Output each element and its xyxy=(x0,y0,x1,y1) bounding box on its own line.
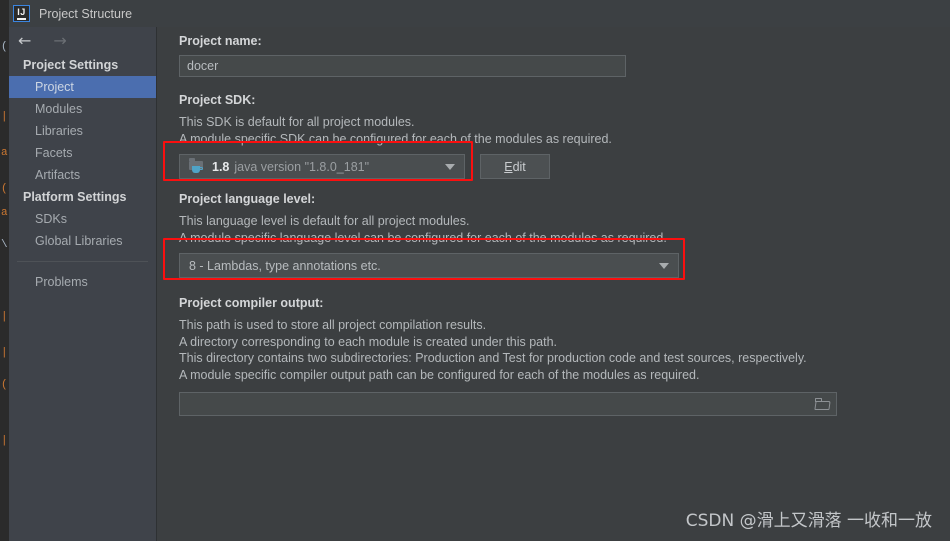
compiler-output-input[interactable] xyxy=(179,392,837,416)
edit-sdk-button[interactable]: Edit xyxy=(480,154,550,179)
project-sdk-label: Project SDK: xyxy=(179,93,256,107)
compiler-output-label: Project compiler output: xyxy=(179,296,324,310)
sliver-glyph: | xyxy=(1,111,8,123)
project-sdk-desc-line-2: A module specific SDK can be configured … xyxy=(179,131,612,146)
project-sdk-version: 1.8 xyxy=(212,159,230,174)
sidebar-item-sdks[interactable]: SDKs xyxy=(9,208,156,230)
project-name-label: Project name: xyxy=(179,34,262,48)
sidebar-group-project-settings: Project Settings xyxy=(23,58,119,72)
sliver-glyph: ( xyxy=(1,41,8,53)
sliver-glyph: | xyxy=(1,347,8,359)
sidebar-item-artifacts[interactable]: Artifacts xyxy=(9,164,156,186)
title-bar: IJ Project Structure xyxy=(9,0,950,27)
sidebar-group-platform-settings: Platform Settings xyxy=(23,190,127,204)
sidebar-item-facets[interactable]: Facets xyxy=(9,142,156,164)
sliver-glyph: | xyxy=(1,311,8,323)
jdk-folder-icon xyxy=(189,157,205,174)
sliver-glyph: a xyxy=(1,147,8,159)
project-sdk-row: 1.8 java version "1.8.0_181" Edit xyxy=(179,154,950,179)
project-structure-dialog-screenshot: ( | a ( a \ | | ( | IJ Project Structure… xyxy=(0,0,950,541)
project-name-input[interactable]: docer xyxy=(179,55,626,77)
sliver-glyph: \ xyxy=(1,239,8,251)
back-arrow-icon[interactable]: ← xyxy=(18,32,31,49)
sidebar-item-libraries[interactable]: Libraries xyxy=(9,120,156,142)
sliver-glyph: ( xyxy=(1,183,8,195)
compiler-output-desc-line-3: This directory contains two subdirectori… xyxy=(179,351,807,365)
chevron-down-icon[interactable] xyxy=(659,262,669,269)
sidebar-item-modules[interactable]: Modules xyxy=(9,98,156,120)
chevron-down-icon[interactable] xyxy=(445,163,455,170)
project-settings-pane: Project name: docer Project SDK: This SD… xyxy=(157,27,950,541)
sidebar-item-global-libraries[interactable]: Global Libraries xyxy=(9,230,156,252)
sidebar-item-project[interactable]: Project xyxy=(9,76,156,98)
project-name-value: docer xyxy=(187,59,219,73)
settings-sidebar: ← → Project Settings Project Modules Lib… xyxy=(9,27,157,541)
sliver-glyph: ( xyxy=(1,379,8,391)
forward-arrow-icon[interactable]: → xyxy=(53,32,66,49)
compiler-output-desc-line-1: This path is used to store all project c… xyxy=(179,318,487,332)
navigation-arrows: ← → xyxy=(9,27,156,54)
csdn-watermark: CSDN @滑上又滑落 一收和一放 xyxy=(685,511,932,531)
window-title: Project Structure xyxy=(39,6,133,21)
sliver-glyph: | xyxy=(1,435,8,447)
background-editor-sliver: ( | a ( a \ | | ( | xyxy=(0,0,9,541)
compiler-output-desc-line-4: A module specific compiler output path c… xyxy=(179,367,700,382)
sidebar-divider xyxy=(17,261,148,262)
sliver-glyph: a xyxy=(1,207,8,219)
project-sdk-dropdown[interactable]: 1.8 java version "1.8.0_181" xyxy=(179,154,465,179)
sidebar-item-problems[interactable]: Problems xyxy=(9,271,156,293)
project-sdk-desc-line-1: This SDK is default for all project modu… xyxy=(179,115,415,129)
language-level-desc-line-2: A module specific language level can be … xyxy=(179,230,667,245)
intellij-idea-icon: IJ xyxy=(13,5,30,22)
language-level-desc-line-1: This language level is default for all p… xyxy=(179,214,470,228)
language-level-value: 8 - Lambdas, type annotations etc. xyxy=(189,258,381,273)
edit-button-mnemonic: E xyxy=(504,159,513,174)
compiler-output-desc-line-2: A directory corresponding to each module… xyxy=(179,334,557,349)
dialog-window: IJ Project Structure ← → Project Setting… xyxy=(9,0,950,541)
language-level-dropdown[interactable]: 8 - Lambdas, type annotations etc. xyxy=(179,253,679,278)
edit-button-rest: dit xyxy=(512,159,526,174)
folder-browse-icon[interactable] xyxy=(814,398,831,410)
project-sdk-detail: java version "1.8.0_181" xyxy=(234,159,370,174)
language-level-label: Project language level: xyxy=(179,192,316,206)
